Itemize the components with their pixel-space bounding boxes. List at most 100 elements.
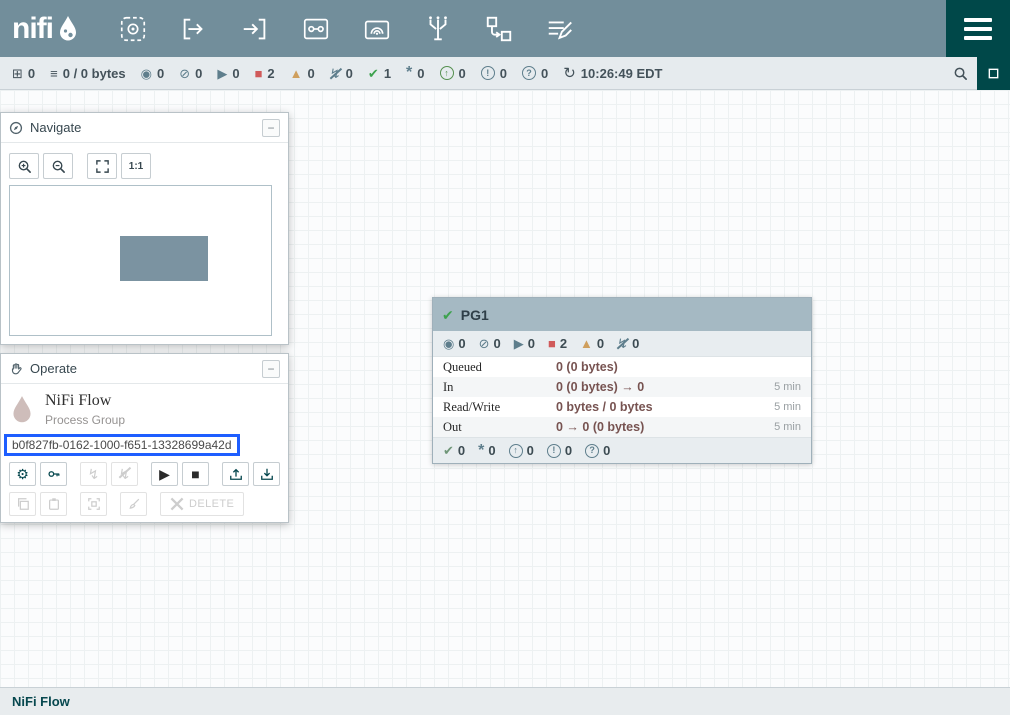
- funnel-icon: [423, 14, 453, 44]
- hamburger-icon: [964, 18, 992, 22]
- active-threads-status: ⊞ 0: [12, 66, 35, 81]
- template-download-button[interactable]: [253, 462, 280, 486]
- operate-buttons-row-1: ⚙ ↯ ↯ ▶: [1, 462, 288, 486]
- transmitting-count: 0: [157, 66, 164, 81]
- gear-icon: ⚙: [16, 466, 29, 483]
- invalid-warning-icon: ▲: [580, 337, 593, 350]
- processor-component-button[interactable]: [116, 12, 150, 46]
- sync-failure-count: 0: [541, 66, 548, 81]
- invalid-status: ▲ 0: [290, 66, 315, 81]
- transmitting-status: ◉ 0: [141, 66, 165, 81]
- last-refresh-time: 10:26:49 EDT: [581, 66, 663, 81]
- zoom-out-button[interactable]: [43, 153, 73, 179]
- selected-component-summary: NiFi Flow Process Group: [1, 384, 288, 427]
- disabled-status: ↯ 0: [330, 66, 353, 81]
- queued-list-icon: ≡: [50, 67, 58, 80]
- status-bar-right: [943, 57, 1010, 89]
- delete-label: DELETE: [189, 498, 234, 510]
- process-group-drop-icon: [9, 394, 35, 426]
- group-icon: [87, 497, 101, 511]
- search-icon: [953, 66, 968, 81]
- invalid-warning-icon: ▲: [290, 67, 303, 80]
- group-button[interactable]: [80, 492, 107, 516]
- paste-button[interactable]: [40, 492, 67, 516]
- brush-icon: [127, 497, 141, 511]
- sync-failure-status: ? 0: [522, 66, 548, 81]
- funnel-component-button[interactable]: [421, 12, 455, 46]
- key-icon: [47, 467, 61, 481]
- zoom-out-icon: [51, 159, 66, 174]
- top-toolbar: nifi: [0, 0, 1010, 57]
- delete-button[interactable]: DELETE: [160, 492, 244, 516]
- threads-grid-icon: ⊞: [12, 67, 23, 80]
- template-component-button[interactable]: [482, 12, 516, 46]
- stopped-icon: ■: [255, 67, 263, 80]
- disabled-bolt-slash-icon: ↯: [330, 67, 341, 80]
- component-toolbar: [116, 12, 577, 46]
- asterisk-icon: *: [478, 443, 484, 459]
- zoom-actual-button[interactable]: 1:1: [121, 153, 151, 179]
- collapse-navigate-button[interactable]: −: [262, 119, 280, 137]
- template-upload-icon: [229, 467, 243, 481]
- fill-color-button[interactable]: [120, 492, 147, 516]
- remote-process-group-icon: [362, 14, 392, 44]
- process-group-component-button[interactable]: [299, 12, 333, 46]
- not-transmitting-icon: ⊘: [479, 337, 490, 350]
- remote-process-group-component-button[interactable]: [360, 12, 394, 46]
- global-menu-button[interactable]: [946, 0, 1010, 57]
- pg1-locally-modified-stale-stat: ! 0: [547, 443, 572, 458]
- collapse-operate-button[interactable]: −: [262, 360, 280, 378]
- disable-button[interactable]: ↯: [111, 462, 138, 486]
- panel-icon: [987, 67, 1000, 80]
- label-component-button[interactable]: [543, 12, 577, 46]
- process-group-pg1[interactable]: ✔ PG1 ◉ 0 ⊘ 0 ▶ 0 ■ 2: [432, 297, 812, 464]
- copy-button[interactable]: [9, 492, 36, 516]
- access-policies-button[interactable]: [40, 462, 67, 486]
- operate-palette-header: Operate −: [1, 354, 288, 384]
- panel-toggle-button[interactable]: [977, 57, 1010, 90]
- operate-buttons-row-2: DELETE: [1, 492, 288, 516]
- output-port-component-button[interactable]: [238, 12, 272, 46]
- pg1-disabled-stat: ↯ 0: [617, 336, 639, 351]
- refresh-icon[interactable]: ↻: [563, 66, 576, 81]
- zoom-in-button[interactable]: [9, 153, 39, 179]
- running-count: 0: [232, 66, 239, 81]
- fit-screen-icon: [95, 159, 110, 174]
- pg1-in-row: In 0 (0 bytes) → 0 5 min: [433, 377, 811, 397]
- pg1-up-to-date-check-icon: ✔: [442, 308, 454, 322]
- pg1-stale-stat: ↑ 0: [509, 443, 534, 458]
- paste-icon: [47, 497, 61, 511]
- template-upload-button[interactable]: [222, 462, 249, 486]
- pg1-out-row: Out 0 → 0 (0 bytes) 5 min: [433, 417, 811, 437]
- running-icon: ▶: [514, 337, 524, 350]
- actual-size-icon: 1:1: [129, 161, 143, 172]
- pg1-header: ✔ PG1: [433, 298, 811, 331]
- settings-button[interactable]: ⚙: [9, 462, 36, 486]
- disabled-bolt-slash-icon: ↯: [617, 337, 628, 350]
- operate-palette: Operate − NiFi Flow Process Group b0f827…: [0, 353, 289, 523]
- input-port-component-button[interactable]: [177, 12, 211, 46]
- running-status: ▶ 0: [217, 66, 239, 81]
- active-threads-count: 0: [28, 66, 35, 81]
- start-button[interactable]: ▶: [151, 462, 178, 486]
- flow-canvas[interactable]: Navigate −: [0, 90, 1010, 687]
- pg1-transmitting-stat: ◉ 0: [443, 336, 466, 351]
- stop-button[interactable]: ■: [182, 462, 209, 486]
- breadcrumb-root[interactable]: NiFi Flow: [12, 694, 70, 709]
- zoom-in-icon: [17, 159, 32, 174]
- up-to-date-count: 1: [384, 66, 391, 81]
- birdseye-minimap[interactable]: [9, 185, 272, 336]
- locally-modified-count: 0: [417, 66, 424, 81]
- zoom-fit-button[interactable]: [87, 153, 117, 179]
- enable-button[interactable]: ↯: [80, 462, 107, 486]
- pg1-version-footer: ✔ 0 * 0 ↑ 0 ! 0 ? 0: [433, 437, 811, 463]
- flow-id-field[interactable]: b0f827fb-0162-1000-f651-13328699a42d: [4, 434, 240, 456]
- pg1-stopped-stat: ■ 2: [548, 336, 567, 351]
- up-to-date-status: ✔ 1: [368, 66, 391, 81]
- status-bar: ⊞ 0 ≡ 0 / 0 bytes ◉ 0 ⊘ 0 ▶ 0 ■ 2 ▲ 0: [0, 57, 1010, 90]
- flow-id-row: b0f827fb-0162-1000-f651-13328699a42d: [1, 427, 288, 456]
- queued-status: ≡ 0 / 0 bytes: [50, 66, 125, 81]
- search-button[interactable]: [943, 57, 977, 90]
- nifi-logo[interactable]: nifi: [12, 12, 80, 46]
- pg1-up-to-date-stat: ✔ 0: [443, 443, 465, 458]
